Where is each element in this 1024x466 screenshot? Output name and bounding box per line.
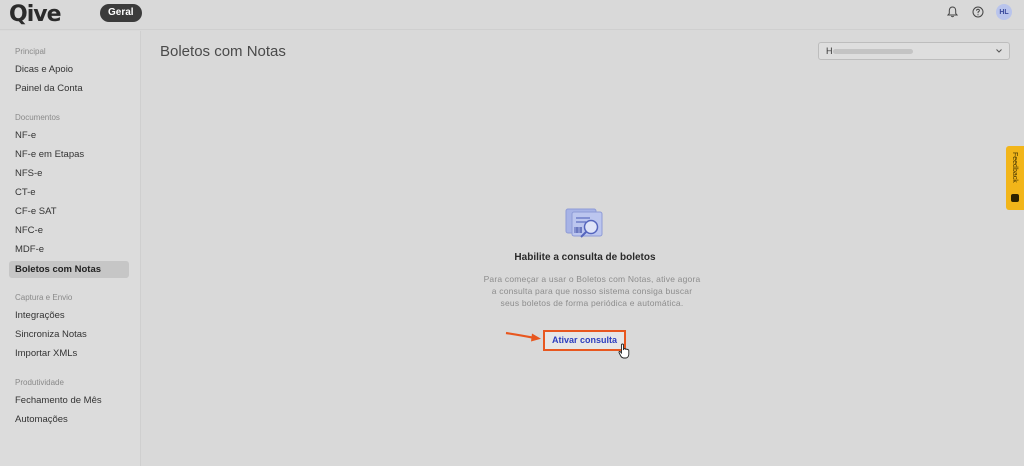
sidebar-item-fechamento-de-mes[interactable]: Fechamento de Mês <box>9 392 129 409</box>
feedback-icon <box>1011 194 1019 202</box>
sidebar: Principal Dicas e Apoio Painel da Conta … <box>0 31 141 466</box>
company-name-redacted <box>833 49 913 54</box>
sidebar-item-painel-da-conta[interactable]: Painel da Conta <box>9 80 129 97</box>
sidebar-item-ct-e[interactable]: CT-e <box>9 184 129 201</box>
company-select-value: H <box>826 46 833 56</box>
top-icons: HL <box>944 4 1012 20</box>
feedback-label: Feedback <box>1011 152 1018 183</box>
sidebar-item-nf-e-em-etapas[interactable]: NF-e em Etapas <box>9 146 129 163</box>
user-avatar[interactable]: HL <box>996 4 1012 20</box>
question-circle-icon[interactable] <box>970 4 986 20</box>
empty-state-title: Habilite a consulta de boletos <box>514 252 656 263</box>
chevron-down-icon <box>995 43 1003 65</box>
sidebar-item-nfc-e[interactable]: NFC-e <box>9 222 129 239</box>
activate-consulta-button[interactable]: Ativar consulta <box>543 330 626 351</box>
arrow-right-icon <box>505 331 541 342</box>
sidebar-item-nfs-e[interactable]: NFS-e <box>9 165 129 182</box>
top-bar: Qive Geral HL <box>0 0 1024 30</box>
qive-logo[interactable]: Qive <box>9 2 62 27</box>
sidebar-item-automacoes[interactable]: Automações <box>9 411 129 428</box>
page-title: Boletos com Notas <box>160 43 286 60</box>
sidebar-item-nf-e[interactable]: NF-e <box>9 127 129 144</box>
sidebar-item-cf-e-sat[interactable]: CF-e SAT <box>9 203 129 220</box>
company-select[interactable]: H <box>818 42 1010 60</box>
sidebar-section-captura-e-envio: Captura e Envio <box>15 293 73 302</box>
sidebar-item-integracoes[interactable]: Integrações <box>9 307 129 324</box>
sidebar-item-boletos-com-notas[interactable]: Boletos com Notas <box>9 261 129 278</box>
sidebar-section-principal: Principal <box>15 47 46 56</box>
sidebar-item-importar-xmls[interactable]: Importar XMLs <box>9 345 129 362</box>
workspace-badge[interactable]: Geral <box>100 4 142 22</box>
empty-state-description: Para começar a usar o Boletos com Notas,… <box>483 274 701 308</box>
feedback-tab[interactable]: Feedback <box>1006 146 1024 210</box>
sidebar-section-produtividade: Produtividade <box>15 378 64 387</box>
sidebar-item-sincroniza-notas[interactable]: Sincroniza Notas <box>9 326 129 343</box>
boleto-search-illustration-icon <box>565 208 603 238</box>
hand-cursor-icon <box>618 343 630 359</box>
bell-icon[interactable] <box>944 4 960 20</box>
sidebar-item-dicas-e-apoio[interactable]: Dicas e Apoio <box>9 61 129 78</box>
sidebar-section-documentos: Documentos <box>15 113 60 122</box>
